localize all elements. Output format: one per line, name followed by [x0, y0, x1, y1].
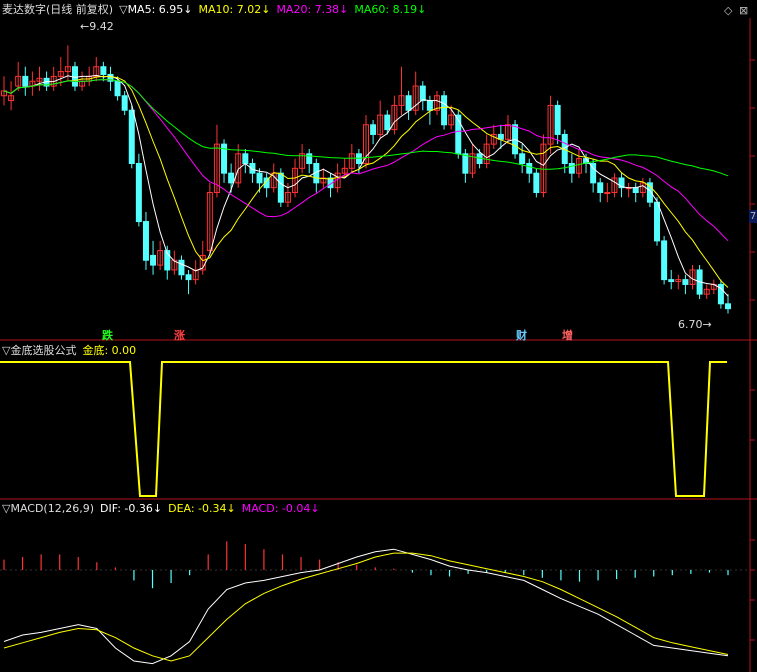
candle-body — [668, 279, 675, 283]
candle-body — [384, 114, 391, 131]
low-price-label: 6.70→ — [678, 318, 712, 331]
candle-body — [135, 162, 142, 223]
indicator-header: ▽金底选股公式 金底: 0.00 — [2, 344, 136, 357]
candle-body — [121, 95, 128, 111]
candle-body — [661, 240, 668, 281]
candle-body — [554, 104, 561, 135]
candle-body — [100, 66, 107, 75]
ma10-label: MA10: 7.02 — [198, 3, 262, 16]
candle-body — [128, 109, 135, 164]
stock-title: 麦达数字(日线 前复权) — [2, 3, 114, 16]
low-price-value: 6.70 — [678, 318, 703, 331]
side-price-badge[interactable]: 7 — [749, 210, 757, 223]
candle-body — [597, 182, 604, 194]
candle-body — [277, 172, 284, 203]
gold-bottom-signal-line — [0, 361, 727, 497]
candle-body — [228, 172, 235, 184]
triangle-icon[interactable]: ▽ — [119, 3, 127, 16]
candle-body — [370, 124, 377, 135]
ma5-line — [3, 74, 729, 297]
macd-lines — [3, 548, 729, 665]
candle-body — [256, 172, 263, 184]
gold-bottom-line — [0, 361, 727, 497]
candle-body — [604, 192, 611, 195]
macd-arrow-icon: ↓ — [310, 502, 320, 515]
candle-body — [185, 274, 192, 281]
candle-body — [526, 162, 533, 174]
ma20-arrow-icon: ↓ — [339, 3, 349, 16]
marker-finance: 财 — [516, 329, 527, 342]
dea-label: DEA: -0.34 — [168, 502, 227, 515]
macd-histogram — [3, 541, 729, 589]
dif-arrow-icon: ↓ — [152, 502, 163, 515]
candle-body — [568, 162, 575, 174]
main-chart-header: 麦达数字(日线 前复权) ▽MA5: 6.95↓ MA10: 7.02↓ MA20: … — [2, 3, 426, 16]
marker-rise: 涨 — [174, 329, 185, 342]
candle-body — [519, 153, 526, 164]
candle-body — [682, 279, 689, 285]
high-arrow-icon: ← — [80, 20, 90, 33]
candle-body — [419, 85, 426, 102]
candle-body — [533, 172, 540, 194]
indicator-value: 金底: 0.00 — [82, 344, 137, 357]
candle-body — [632, 187, 639, 194]
ma60-label: MA60: 8.19 — [354, 3, 418, 16]
dea-arrow-icon: ↓ — [226, 502, 236, 515]
candle-body — [455, 114, 462, 155]
dif-line — [3, 548, 729, 665]
close-icon[interactable]: ⊠ — [739, 4, 748, 17]
candle-body — [654, 201, 661, 242]
macd-header: ▽MACD(12,26,9) DIF: -0.36↓ DEA: -0.34↓ MACD… — [2, 502, 320, 515]
candle-body — [142, 221, 149, 261]
candle-body — [306, 153, 313, 164]
ma5-arrow-icon: ↓ — [183, 3, 193, 16]
indicator-title[interactable]: ▽金底选股公式 — [2, 344, 76, 357]
ma20-label: MA20: 7.38 — [276, 3, 340, 16]
high-price-label: ←9.42 — [80, 20, 114, 33]
candle-body — [405, 95, 412, 111]
candle-body — [441, 95, 448, 126]
candle-body — [725, 303, 731, 310]
macd-value-label: MACD: -0.04 — [241, 502, 311, 515]
marker-add: 增 — [562, 329, 573, 342]
candle-body — [426, 100, 433, 111]
candle-body — [114, 80, 121, 97]
ma10-arrow-icon: ↓ — [261, 3, 271, 16]
marker-fall: 跌 — [102, 329, 113, 342]
ma60-arrow-icon: ↓ — [417, 3, 427, 16]
candle-body — [150, 254, 157, 266]
low-arrow-icon: → — [702, 318, 712, 331]
candle-body — [462, 153, 469, 174]
macd-title[interactable]: ▽MACD(12,26,9) — [2, 502, 94, 515]
candle-body — [178, 259, 185, 276]
candle-body — [242, 153, 249, 164]
dif-label: DIF: -0.36 — [100, 502, 153, 515]
candle-body — [71, 66, 78, 87]
moving-average-lines — [3, 74, 729, 297]
candle-body — [22, 75, 29, 87]
high-price-value: 9.42 — [89, 20, 114, 33]
ma5-label: MA5: 6.95 — [127, 3, 184, 16]
stock-chart[interactable] — [0, 0, 757, 672]
candlestick-series[interactable] — [1, 45, 731, 314]
restore-icon[interactable]: ◇ — [724, 4, 732, 17]
